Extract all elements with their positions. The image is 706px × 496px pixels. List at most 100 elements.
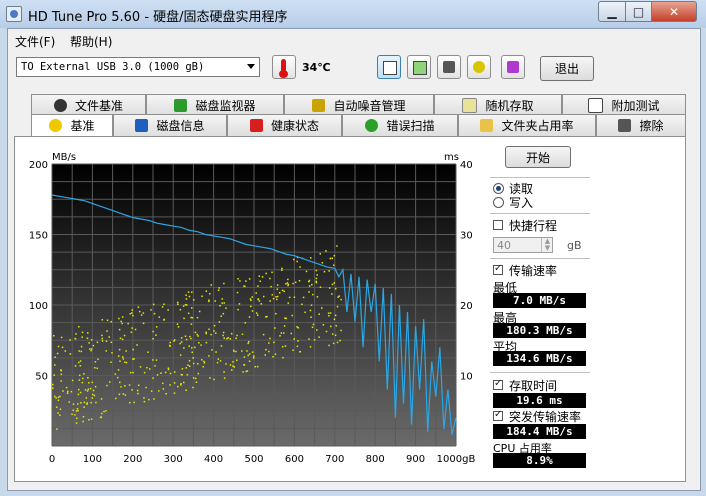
tab-file-benchmark[interactable]: 文件基准 xyxy=(31,94,146,116)
access-time-point xyxy=(81,331,84,334)
access-time-point xyxy=(219,304,221,307)
access-time-point xyxy=(237,308,239,311)
menu-help[interactable]: 帮助(H) xyxy=(70,33,112,50)
access-time-point xyxy=(292,349,294,351)
save-button[interactable] xyxy=(501,55,525,79)
access-time-point xyxy=(137,392,139,395)
options-button[interactable] xyxy=(467,55,491,79)
copy-text-icon xyxy=(383,61,397,75)
access-time-point xyxy=(150,309,152,311)
access-time-point xyxy=(184,335,187,337)
access-time-point xyxy=(237,278,239,280)
access-time-point xyxy=(89,348,91,350)
access-time-point xyxy=(218,287,220,289)
access-time-point xyxy=(339,339,341,342)
access-time-point xyxy=(208,299,210,301)
max-value: 180.3 MB/s xyxy=(493,323,586,338)
start-button[interactable]: 开始 xyxy=(505,146,571,168)
write-radio[interactable] xyxy=(493,197,504,208)
tab-disk-info[interactable]: 磁盘信息 xyxy=(113,114,227,136)
access-time-point xyxy=(143,371,146,374)
access-time-point xyxy=(110,341,113,344)
drive-select[interactable]: TO External USB 3.0 (1000 gB) xyxy=(16,57,260,77)
access-time-point xyxy=(197,335,199,337)
burst-rate-checkbox[interactable] xyxy=(493,409,503,421)
tab-health[interactable]: 健康状态 xyxy=(227,114,342,136)
access-time-point xyxy=(213,378,215,381)
access-time-point xyxy=(205,341,208,344)
access-time-point xyxy=(259,280,261,282)
access-time-point xyxy=(155,359,158,361)
access-time-point xyxy=(205,332,208,335)
access-time-point xyxy=(59,408,62,410)
temperature-button[interactable] xyxy=(272,55,296,79)
y-left-tick-label: 150 xyxy=(29,231,48,242)
tab-aam[interactable]: 自动噪音管理 xyxy=(284,94,434,116)
access-time-point xyxy=(149,368,151,370)
close-button[interactable]: ✕ xyxy=(651,1,697,22)
maximize-button[interactable]: □ xyxy=(625,1,652,22)
access-time-point xyxy=(52,383,54,386)
access-time-point xyxy=(162,382,164,385)
copy-text-button[interactable] xyxy=(377,55,401,79)
access-time-point xyxy=(298,280,301,282)
access-time-point xyxy=(153,312,156,315)
access-time-point xyxy=(198,310,201,313)
short-stroke-checkbox[interactable] xyxy=(493,220,503,230)
access-time-point xyxy=(60,380,62,382)
tab-random-access[interactable]: 随机存取 xyxy=(434,94,562,116)
tab-benchmark[interactable]: 基准 xyxy=(31,114,113,136)
access-time-checkbox[interactable] xyxy=(493,378,503,390)
access-time-point xyxy=(75,410,78,412)
copy-info-button[interactable] xyxy=(407,55,431,79)
access-time-point xyxy=(276,288,279,290)
file-benchmark-icon xyxy=(53,99,67,112)
app-icon xyxy=(6,6,22,22)
access-time-point xyxy=(100,416,103,418)
access-time-value: 19.6 ms xyxy=(493,393,586,408)
read-radio[interactable] xyxy=(493,183,504,194)
tab-error-scan[interactable]: 错误扫描 xyxy=(342,114,458,136)
access-time-point xyxy=(110,361,112,363)
access-time-point xyxy=(192,377,195,379)
access-time-point xyxy=(53,374,55,376)
access-time-point xyxy=(177,303,179,306)
transfer-rate-checkbox[interactable] xyxy=(493,263,503,275)
access-time-point xyxy=(229,364,232,366)
access-time-point xyxy=(188,365,191,367)
access-time-point xyxy=(283,325,286,327)
access-time-point xyxy=(270,285,272,288)
exit-button[interactable]: 退出 xyxy=(540,56,594,81)
access-time-point xyxy=(134,328,137,331)
access-time-point xyxy=(243,364,246,366)
access-time-point xyxy=(323,270,326,273)
access-time-point xyxy=(64,350,67,352)
access-time-point xyxy=(258,300,261,302)
access-time-point xyxy=(169,384,171,386)
minimize-button[interactable]: ▁ xyxy=(598,1,626,22)
access-time-point xyxy=(177,326,180,328)
access-time-point xyxy=(187,364,189,366)
access-time-point xyxy=(235,350,237,353)
menu-file[interactable]: 文件(F) xyxy=(15,33,55,50)
tab-disk-monitor[interactable]: 磁盘监视器 xyxy=(146,94,284,116)
tab-folder-usage[interactable]: 文件夹占用率 xyxy=(458,114,596,136)
access-time-point xyxy=(236,359,238,361)
spin-arrows-icon[interactable]: ▲ ▼ xyxy=(541,238,553,252)
tab-erase[interactable]: 擦除 xyxy=(596,114,686,136)
access-time-point xyxy=(90,339,93,341)
access-time-point xyxy=(310,304,313,306)
access-time-point xyxy=(217,289,220,291)
temperature-value: 34℃ xyxy=(302,61,331,74)
access-time-point xyxy=(66,392,69,395)
access-time-point xyxy=(148,398,150,401)
access-time-point xyxy=(125,361,128,364)
access-time-point xyxy=(55,397,57,399)
tab-extra-tests[interactable]: 附加测试 xyxy=(562,94,686,116)
screenshot-button[interactable] xyxy=(437,55,461,79)
access-time-point xyxy=(281,269,283,271)
access-time-point xyxy=(273,341,275,344)
access-time-point xyxy=(92,344,95,347)
access-time-point xyxy=(78,374,81,377)
access-time-point xyxy=(81,336,83,338)
